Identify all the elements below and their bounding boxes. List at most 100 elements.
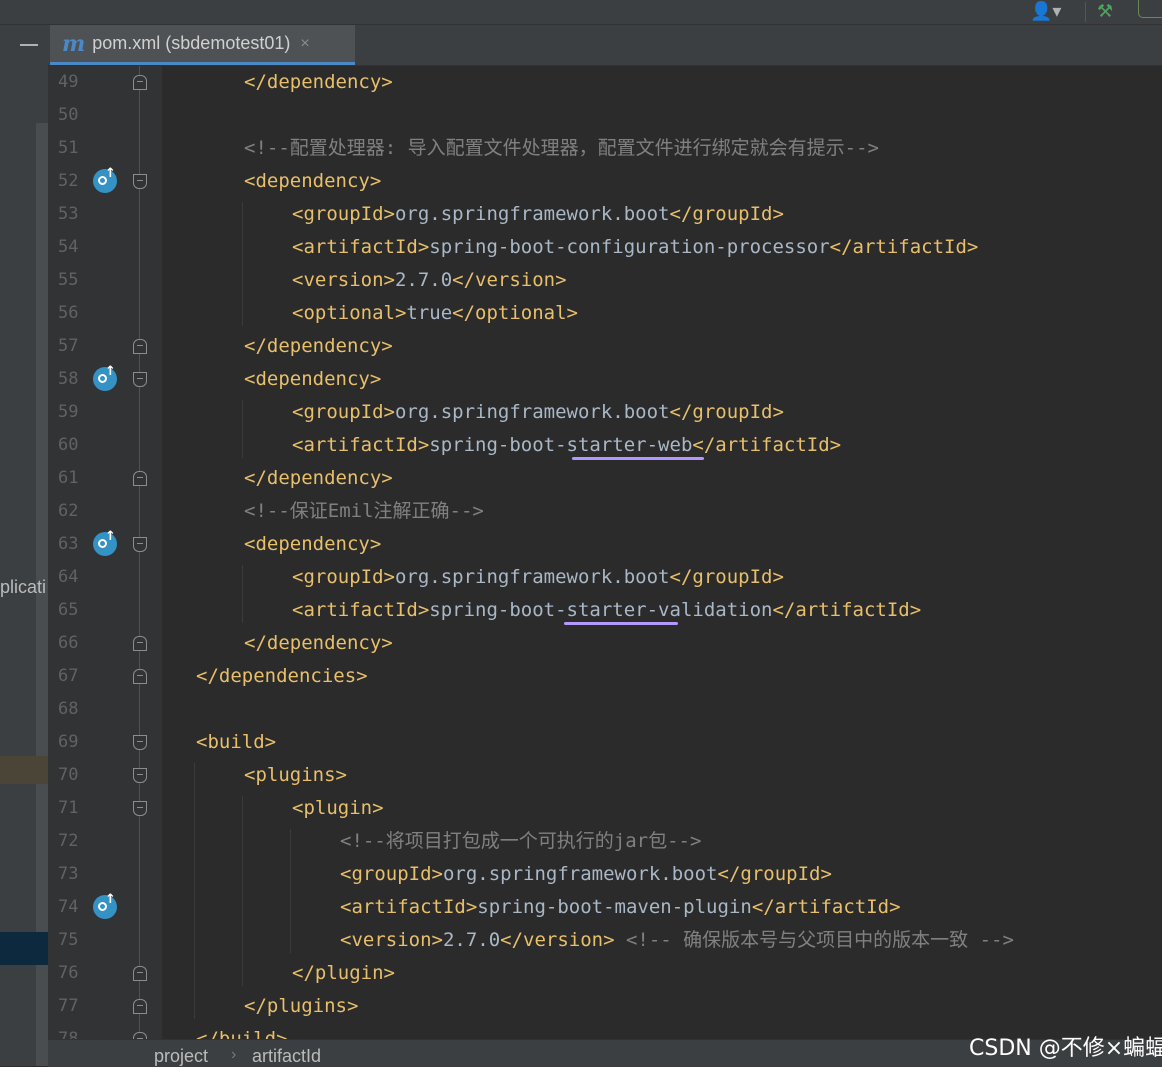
collapse-panel-icon[interactable] bbox=[20, 44, 38, 46]
fold-collapse-icon[interactable] bbox=[133, 537, 147, 552]
line-number[interactable]: 74 bbox=[58, 891, 78, 924]
code-line[interactable]: 67 </dependencies> bbox=[48, 660, 1162, 693]
fold-end-icon[interactable] bbox=[133, 669, 147, 684]
line-number[interactable]: 56 bbox=[58, 297, 78, 330]
code-line[interactable]: 76 </plugin> bbox=[48, 957, 1162, 990]
maven-dependency-icon[interactable] bbox=[93, 166, 117, 193]
code-text[interactable]: </dependency> bbox=[244, 66, 393, 99]
code-line[interactable]: 63 <dependency> bbox=[48, 528, 1162, 561]
code-text[interactable]: <build> bbox=[196, 726, 276, 759]
code-line[interactable]: 64 <groupId>org.springframework.boot</gro… bbox=[48, 561, 1162, 594]
line-number[interactable]: 65 bbox=[58, 594, 78, 627]
line-number[interactable]: 59 bbox=[58, 396, 78, 429]
code-lines[interactable]: 49 </dependency> 50 51 <!--配置处理器: 导入配置文件处理器，… bbox=[48, 66, 1162, 1039]
project-tree-selection[interactable] bbox=[0, 932, 48, 965]
breadcrumb-item-artifactid[interactable]: artifactId bbox=[252, 1046, 321, 1067]
fold-collapse-icon[interactable] bbox=[133, 372, 147, 387]
code-text[interactable]: <groupId>org.springframework.boot</group… bbox=[292, 198, 784, 231]
fold-end-icon[interactable] bbox=[133, 471, 147, 486]
line-number[interactable]: 49 bbox=[58, 66, 78, 99]
code-line[interactable]: 74 <artifactId>spring-boot-maven-plugin</… bbox=[48, 891, 1162, 924]
line-number[interactable]: 50 bbox=[58, 99, 78, 132]
fold-collapse-icon[interactable] bbox=[133, 768, 147, 783]
code-line[interactable]: 71 <plugin> bbox=[48, 792, 1162, 825]
fold-end-icon[interactable] bbox=[133, 999, 147, 1014]
run-config-icon[interactable] bbox=[1138, 0, 1162, 18]
code-line[interactable]: 58 <dependency> bbox=[48, 363, 1162, 396]
line-number[interactable]: 67 bbox=[58, 660, 78, 693]
fold-end-icon[interactable] bbox=[133, 966, 147, 981]
code-text[interactable]: </dependency> bbox=[244, 627, 393, 660]
line-number[interactable]: 69 bbox=[58, 726, 78, 759]
line-number[interactable]: 55 bbox=[58, 264, 78, 297]
code-line[interactable]: 57 </dependency> bbox=[48, 330, 1162, 363]
code-line[interactable]: 52 <dependency> bbox=[48, 165, 1162, 198]
code-text[interactable]: </build> bbox=[196, 1023, 288, 1039]
fold-end-icon[interactable] bbox=[133, 75, 147, 90]
fold-end-icon[interactable] bbox=[133, 339, 147, 354]
code-text[interactable]: </dependencies> bbox=[196, 660, 368, 693]
fold-collapse-icon[interactable] bbox=[133, 735, 147, 750]
breadcrumb-item-project[interactable]: project bbox=[154, 1046, 208, 1067]
code-text[interactable]: <dependency> bbox=[244, 528, 381, 561]
line-number[interactable]: 76 bbox=[58, 957, 78, 990]
close-icon[interactable]: × bbox=[300, 35, 309, 53]
code-line[interactable]: 55 <version>2.7.0</version> bbox=[48, 264, 1162, 297]
line-number[interactable]: 71 bbox=[58, 792, 78, 825]
fold-collapse-icon[interactable] bbox=[133, 801, 147, 816]
code-line[interactable]: 62 <!--保证Emil注解正确--> bbox=[48, 495, 1162, 528]
maven-dependency-icon[interactable] bbox=[93, 892, 117, 919]
line-number[interactable]: 70 bbox=[58, 759, 78, 792]
code-line[interactable]: 54 <artifactId>spring-boot-configuration-… bbox=[48, 231, 1162, 264]
fold-end-icon[interactable] bbox=[133, 1032, 147, 1039]
code-line[interactable]: 75 <version>2.7.0</version> <!-- 确保版本号与父项… bbox=[48, 924, 1162, 957]
code-line[interactable]: 53 <groupId>org.springframework.boot</gro… bbox=[48, 198, 1162, 231]
line-number[interactable]: 66 bbox=[58, 627, 78, 660]
code-text[interactable]: </plugin> bbox=[292, 957, 395, 990]
code-line[interactable]: 66 </dependency> bbox=[48, 627, 1162, 660]
code-text[interactable]: <version>2.7.0</version> <!-- 确保版本号与父项目中… bbox=[340, 924, 1014, 957]
code-text[interactable]: <version>2.7.0</version> bbox=[292, 264, 567, 297]
line-number[interactable]: 52 bbox=[58, 165, 78, 198]
project-tree-item-label[interactable]: plicati bbox=[0, 577, 46, 598]
code-text[interactable]: <groupId>org.springframework.boot</group… bbox=[292, 396, 784, 429]
code-line[interactable]: 49 </dependency> bbox=[48, 66, 1162, 99]
code-text[interactable]: <artifactId>spring-boot-configuration-pr… bbox=[292, 231, 978, 264]
code-text[interactable]: </dependency> bbox=[244, 462, 393, 495]
line-number[interactable]: 57 bbox=[58, 330, 78, 363]
code-text[interactable]: </dependency> bbox=[244, 330, 393, 363]
line-number[interactable]: 73 bbox=[58, 858, 78, 891]
fold-end-icon[interactable] bbox=[133, 636, 147, 651]
code-text[interactable]: <dependency> bbox=[244, 363, 381, 396]
line-number[interactable]: 62 bbox=[58, 495, 78, 528]
line-number[interactable]: 68 bbox=[58, 693, 78, 726]
code-line[interactable]: 70 <plugins> bbox=[48, 759, 1162, 792]
code-line[interactable]: 72 <!--将项目打包成一个可执行的jar包--> bbox=[48, 825, 1162, 858]
line-number[interactable]: 54 bbox=[58, 231, 78, 264]
code-text[interactable]: <plugins> bbox=[244, 759, 347, 792]
code-line[interactable]: 77 </plugins> bbox=[48, 990, 1162, 1023]
code-text[interactable]: <!--将项目打包成一个可执行的jar包--> bbox=[340, 825, 701, 858]
code-text[interactable]: <dependency> bbox=[244, 165, 381, 198]
line-number[interactable]: 63 bbox=[58, 528, 78, 561]
code-line[interactable]: 50 bbox=[48, 99, 1162, 132]
tab-pom-xml[interactable]: m pom.xml (sbdemotest01) × bbox=[50, 25, 355, 65]
line-number[interactable]: 58 bbox=[58, 363, 78, 396]
code-text[interactable]: <!--配置处理器: 导入配置文件处理器，配置文件进行绑定就会有提示--> bbox=[244, 132, 879, 165]
code-text[interactable]: <!--保证Emil注解正确--> bbox=[244, 495, 484, 528]
code-text[interactable]: <artifactId>spring-boot-maven-plugin</ar… bbox=[340, 891, 901, 924]
line-number[interactable]: 78 bbox=[58, 1023, 78, 1039]
code-text[interactable]: <optional>true</optional> bbox=[292, 297, 578, 330]
code-text[interactable]: </plugins> bbox=[244, 990, 358, 1023]
maven-dependency-icon[interactable] bbox=[93, 529, 117, 556]
code-line[interactable]: 51 <!--配置处理器: 导入配置文件处理器，配置文件进行绑定就会有提示--> bbox=[48, 132, 1162, 165]
fold-collapse-icon[interactable] bbox=[133, 174, 147, 189]
line-number[interactable]: 51 bbox=[58, 132, 78, 165]
code-text[interactable]: <plugin> bbox=[292, 792, 384, 825]
code-text[interactable]: <groupId>org.springframework.boot</group… bbox=[292, 561, 784, 594]
line-number[interactable]: 72 bbox=[58, 825, 78, 858]
maven-dependency-icon[interactable] bbox=[93, 364, 117, 391]
line-number[interactable]: 75 bbox=[58, 924, 78, 957]
line-number[interactable]: 60 bbox=[58, 429, 78, 462]
code-text[interactable]: <artifactId>spring-boot-starter-web</art… bbox=[292, 429, 841, 462]
